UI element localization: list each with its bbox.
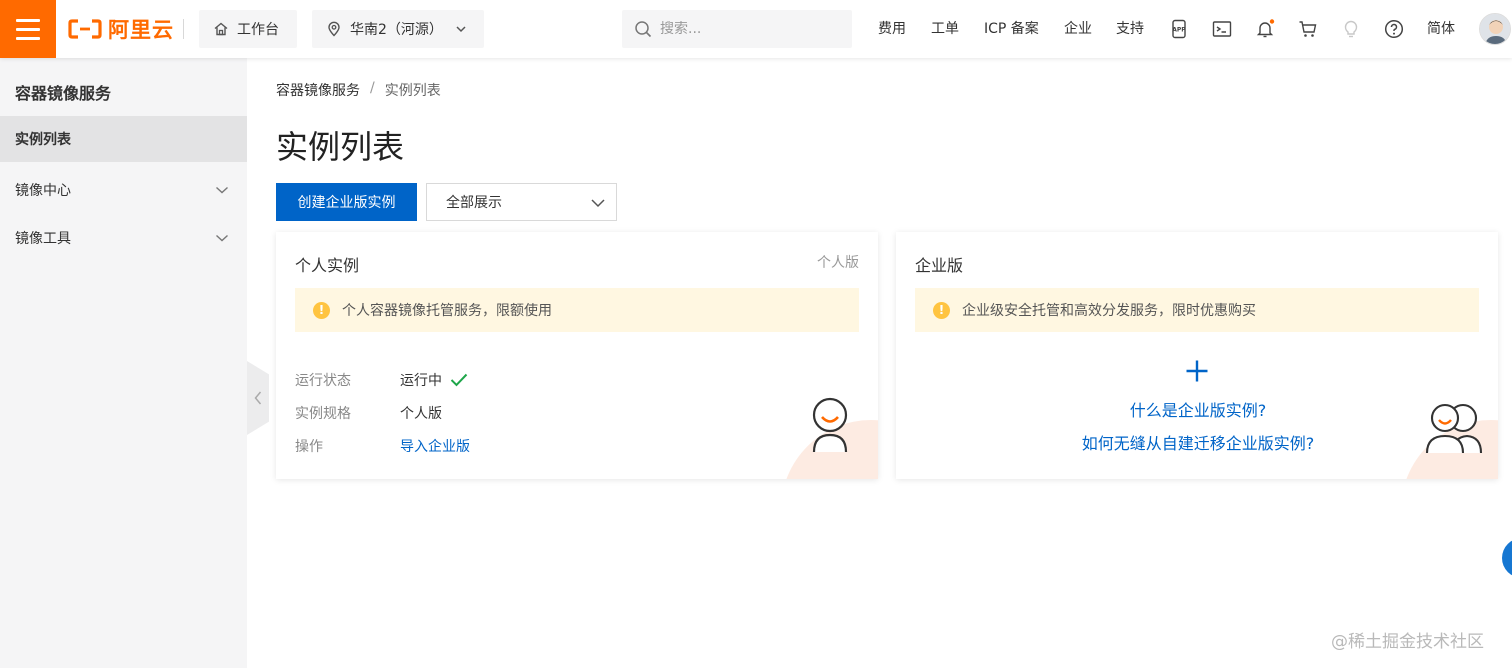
chevron-down-icon [216,186,228,194]
instance-filter-select[interactable]: 全部展示 [426,183,617,221]
app-icon[interactable]: APP [1167,17,1191,41]
aliyun-logo[interactable]: 阿里云 [68,15,174,43]
breadcrumb-separator: / [370,80,375,96]
top-navigation-bar: 阿里云 工作台 华南2（河源） 费用 工单 ICP 备案 企业 支持 APP [0,0,1512,58]
what-is-enterprise-link[interactable]: 什么是企业版实例? [896,397,1498,421]
edition-tag: 个人版 [817,255,859,271]
notice-banner: ! 个人容器镜像托管服务，限额使用 [295,288,859,332]
create-enterprise-instance-button[interactable]: 创建企业版实例 [276,183,417,221]
terminal-icon[interactable] [1210,17,1234,41]
notice-banner: ! 企业级安全托管和高效分发服务，限时优惠购买 [915,288,1479,332]
help-icon[interactable] [1382,17,1406,41]
person-illustration-icon [812,397,848,453]
card-title: 个人实例 [295,256,360,275]
divider [183,19,184,39]
main-content: 容器镜像服务 / 实例列表 实例列表 创建企业版实例 全部展示 个人实例 个人版… [247,58,1512,668]
home-icon [214,22,228,36]
chevron-down-icon [591,199,605,208]
nav-billing[interactable]: 费用 [878,19,906,39]
breadcrumb-current: 实例列表 [384,83,441,99]
app-icon-glyph: APP [1172,19,1186,39]
sidebar-item-label: 镜像工具 [15,231,71,247]
region-label: 华南2（河源） [350,22,443,38]
workbench-button[interactable]: 工作台 [199,10,297,48]
plus-icon[interactable] [1185,359,1209,383]
breadcrumb-item[interactable]: 容器镜像服务 [276,80,360,100]
sidebar-item-label: 实例列表 [15,132,71,148]
personal-instance-card: 个人实例 个人版 ! 个人容器镜像托管服务，限额使用 运行状态 运行中 实例规格… [276,232,878,479]
language-switch[interactable]: 简体 [1427,19,1455,39]
aliyun-logo-icon [68,19,102,39]
nav-support[interactable]: 支持 [1116,19,1144,39]
terminal-icon-glyph [1212,21,1232,37]
search-input[interactable] [660,21,830,37]
search-icon [635,21,652,38]
bulb-icon[interactable] [1339,17,1363,41]
help-icon-glyph [1384,19,1404,39]
team-illustration-icon [1425,403,1483,454]
bell-icon-glyph [1256,19,1275,38]
logo-text: 阿里云 [108,18,174,42]
menu-line [16,36,40,40]
sidebar-item-instance-list[interactable]: 实例列表 [0,116,247,162]
status-label: 运行状态 [295,373,351,389]
import-enterprise-link[interactable]: 导入企业版 [400,436,470,456]
status-value: 运行中 [400,370,468,390]
hamburger-menu-button[interactable] [0,0,56,58]
location-pin-icon [328,21,340,37]
workbench-label: 工作台 [237,22,279,38]
nav-tickets[interactable]: 工单 [931,19,959,39]
menu-line [16,27,40,31]
chevron-down-icon [216,234,228,242]
avatar-image [1480,14,1510,44]
global-search[interactable] [622,10,852,48]
migration-guide-link[interactable]: 如何无缝从自建迁移企业版实例? [896,430,1498,454]
cart-icon-glyph [1299,21,1317,37]
action-label: 操作 [295,439,323,455]
sidebar-item-image-center[interactable]: 镜像中心 [0,167,247,213]
region-selector[interactable]: 华南2（河源） [312,10,484,48]
nav-enterprise[interactable]: 企业 [1064,19,1092,39]
menu-line [16,18,40,22]
spec-value: 个人版 [400,406,442,422]
page-title: 实例列表 [276,128,405,166]
check-icon [450,373,468,387]
warning-icon: ! [313,301,330,319]
breadcrumb: 容器镜像服务 / 实例列表 [276,80,441,100]
spec-label: 实例规格 [295,406,351,422]
sidebar-title: 容器镜像服务 [15,84,112,103]
enterprise-instance-card: 企业版 ! 企业级安全托管和高效分发服务，限时优惠购买 什么是企业版实例? 如何… [896,232,1498,479]
bulb-icon-glyph [1344,20,1358,38]
card-title: 企业版 [915,256,964,275]
user-avatar[interactable] [1479,13,1511,45]
cart-icon[interactable] [1296,17,1320,41]
svg-text:APP: APP [1172,27,1186,34]
warning-icon: ! [933,301,950,319]
sidebar: 容器镜像服务 实例列表 镜像中心 镜像工具 [0,58,247,668]
bell-icon[interactable] [1253,17,1277,41]
chevron-down-icon [456,26,466,33]
sidebar-item-image-tools[interactable]: 镜像工具 [0,215,247,261]
watermark: @稀土掘金技术社区 [1331,632,1484,652]
sidebar-item-label: 镜像中心 [15,183,71,199]
status-text: 运行中 [400,373,442,389]
select-value: 全部展示 [446,195,502,211]
notice-text: 个人容器镜像托管服务，限额使用 [342,303,552,319]
notice-text: 企业级安全托管和高效分发服务，限时优惠购买 [962,303,1256,319]
nav-icp-filing[interactable]: ICP 备案 [984,19,1039,39]
